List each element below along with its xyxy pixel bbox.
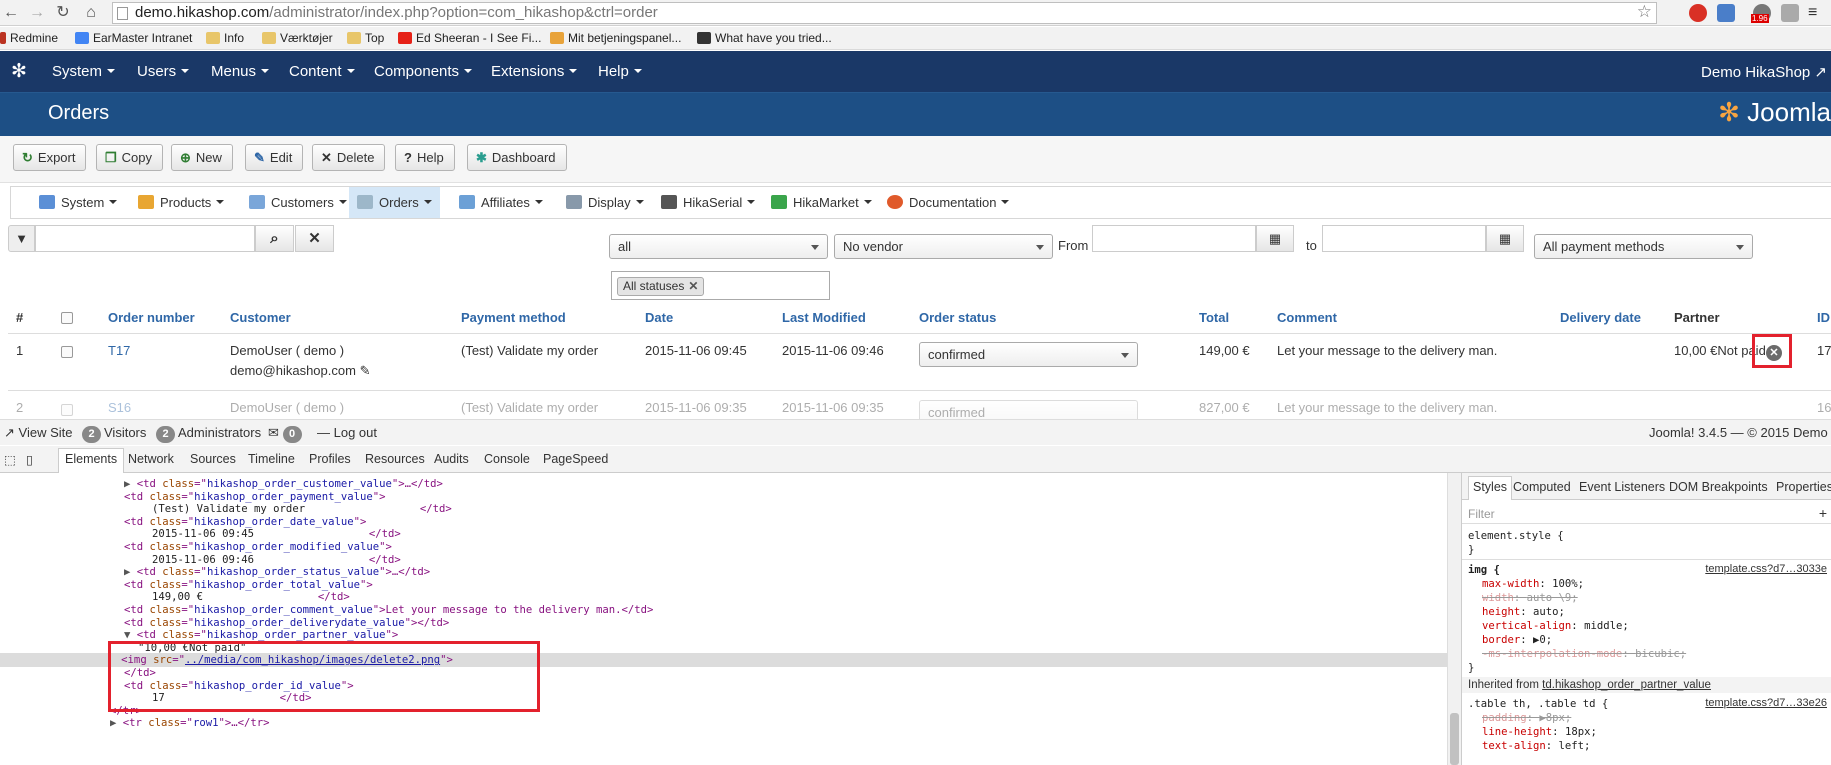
styles-pane: Styles Computed Event Listeners DOM Brea… xyxy=(1461,473,1831,765)
css-property[interactable]: border: ▶0; xyxy=(1482,633,1552,647)
highlight-box xyxy=(108,641,540,712)
table-rule-selector: .table th, .table td { xyxy=(1468,698,1609,710)
css-property[interactable]: padding: ▶8px; xyxy=(1482,711,1571,725)
view-site-link[interactable]: ↗ View Site xyxy=(4,425,73,441)
dom-node-line[interactable]: ▶ <tr class="row1">…</tr> xyxy=(110,716,269,730)
css-property[interactable]: width: auto \9; xyxy=(1482,591,1578,605)
admins-badge: 2 xyxy=(156,426,175,443)
row2-num: 2 xyxy=(16,400,24,415)
sidebar-tab-properties[interactable]: Properties xyxy=(1776,480,1831,494)
external-link-icon: ↗ xyxy=(4,425,15,440)
devtools-tabbar: ⬚ ▯ Elements Network Sources Timeline Pr… xyxy=(0,446,1831,473)
sidebar-tab-styles[interactable]: Styles xyxy=(1468,476,1513,500)
admin-status-bar: ↗ View Site 2 Visitors 2 Administrators ✉ … xyxy=(0,419,1831,445)
rule-close: } xyxy=(1468,544,1475,556)
admins-indicator: 2 Administrators xyxy=(156,425,261,443)
inherited-header: Inherited from td.hikashop_order_partner… xyxy=(1462,677,1831,693)
elements-scrollbar[interactable] xyxy=(1447,473,1461,765)
row2-date: 2015-11-06 09:35 xyxy=(645,400,747,415)
row2-order-number[interactable]: S16 xyxy=(108,400,131,415)
visitors-indicator: 2 Visitors xyxy=(82,425,146,443)
devtools-tab-elements[interactable]: Elements xyxy=(58,448,125,473)
element-style-rule: element.style { xyxy=(1468,530,1564,542)
inspect-icon[interactable]: ⬚ xyxy=(4,452,16,467)
devtools-tab-network[interactable]: Network xyxy=(128,452,174,466)
divider xyxy=(1462,559,1831,560)
devtools-tab-resources[interactable]: Resources xyxy=(365,452,425,466)
sidebar-tab-event-listeners[interactable]: Event Listeners xyxy=(1579,480,1665,494)
messages-indicator[interactable]: ✉ 0 xyxy=(268,425,305,443)
styles-tabbar: Styles Computed Event Listeners DOM Brea… xyxy=(1462,473,1831,500)
css-property[interactable]: height: auto; xyxy=(1482,605,1565,619)
messages-badge: 0 xyxy=(282,426,302,443)
envelope-icon: ✉ xyxy=(268,425,279,440)
divider xyxy=(1462,523,1831,524)
devtools-tab-sources[interactable]: Sources xyxy=(190,452,236,466)
elements-tree[interactable]: ▶ <td class="hikashop_order_customer_val… xyxy=(0,473,1447,765)
row2: 2 S16 DemoUser ( demo ) (Test) Validate … xyxy=(0,0,1831,419)
row2-status-select[interactable]: confirmed xyxy=(919,400,1138,419)
css-property[interactable]: line-height: 18px; xyxy=(1482,725,1597,739)
row2-comment: Let your message to the delivery man. xyxy=(1277,400,1498,415)
devtools-tab-audits[interactable]: Audits xyxy=(434,452,469,466)
sidebar-tab-dom-breakpoints[interactable]: DOM Breakpoints xyxy=(1669,480,1768,494)
img-rule-source-link[interactable]: template.css?d7…3033e xyxy=(1705,563,1827,575)
devtools-tab-profiles[interactable]: Profiles xyxy=(309,452,351,466)
row2-checkbox[interactable] xyxy=(61,404,73,416)
img-rule-selector: img { xyxy=(1468,564,1500,576)
styles-filter-input[interactable]: Filter xyxy=(1468,507,1495,521)
css-property[interactable]: max-width: 100%; xyxy=(1482,577,1584,591)
inherited-from-link[interactable]: td.hikashop_order_partner_value xyxy=(1542,679,1711,691)
row2-payment: (Test) Validate my order xyxy=(461,400,599,415)
scroll-thumb[interactable] xyxy=(1450,713,1459,765)
sidebar-tab-computed[interactable]: Computed xyxy=(1513,480,1571,494)
css-property[interactable]: vertical-align: middle; xyxy=(1482,619,1629,633)
devtools-tab-timeline[interactable]: Timeline xyxy=(248,452,295,466)
visitors-badge: 2 xyxy=(82,426,101,443)
row2-modified: 2015-11-06 09:35 xyxy=(782,400,884,415)
devtools-tab-pagespeed[interactable]: PageSpeed xyxy=(543,452,608,466)
row2-id: 16 xyxy=(1817,400,1831,415)
table-rule-source-link[interactable]: template.css?d7…33e26 xyxy=(1705,697,1827,709)
row2-total: 827,00 € xyxy=(1199,400,1250,415)
logout-link[interactable]: — Log out xyxy=(317,425,377,440)
devtools-tab-console[interactable]: Console xyxy=(484,452,530,466)
css-property[interactable]: text-align: left; xyxy=(1482,739,1590,753)
row2-customer-name: DemoUser ( demo ) xyxy=(230,400,345,415)
add-rule-icon[interactable]: + xyxy=(1819,505,1827,521)
minus-icon: — xyxy=(317,425,330,440)
css-property[interactable]: -ms-interpolation-mode: bicubic; xyxy=(1482,647,1686,661)
footer-copyright: Joomla! 3.4.5 — © 2015 Demo H xyxy=(1649,425,1831,440)
rule-close: } xyxy=(1468,662,1475,674)
device-mode-icon[interactable]: ▯ xyxy=(26,452,33,467)
